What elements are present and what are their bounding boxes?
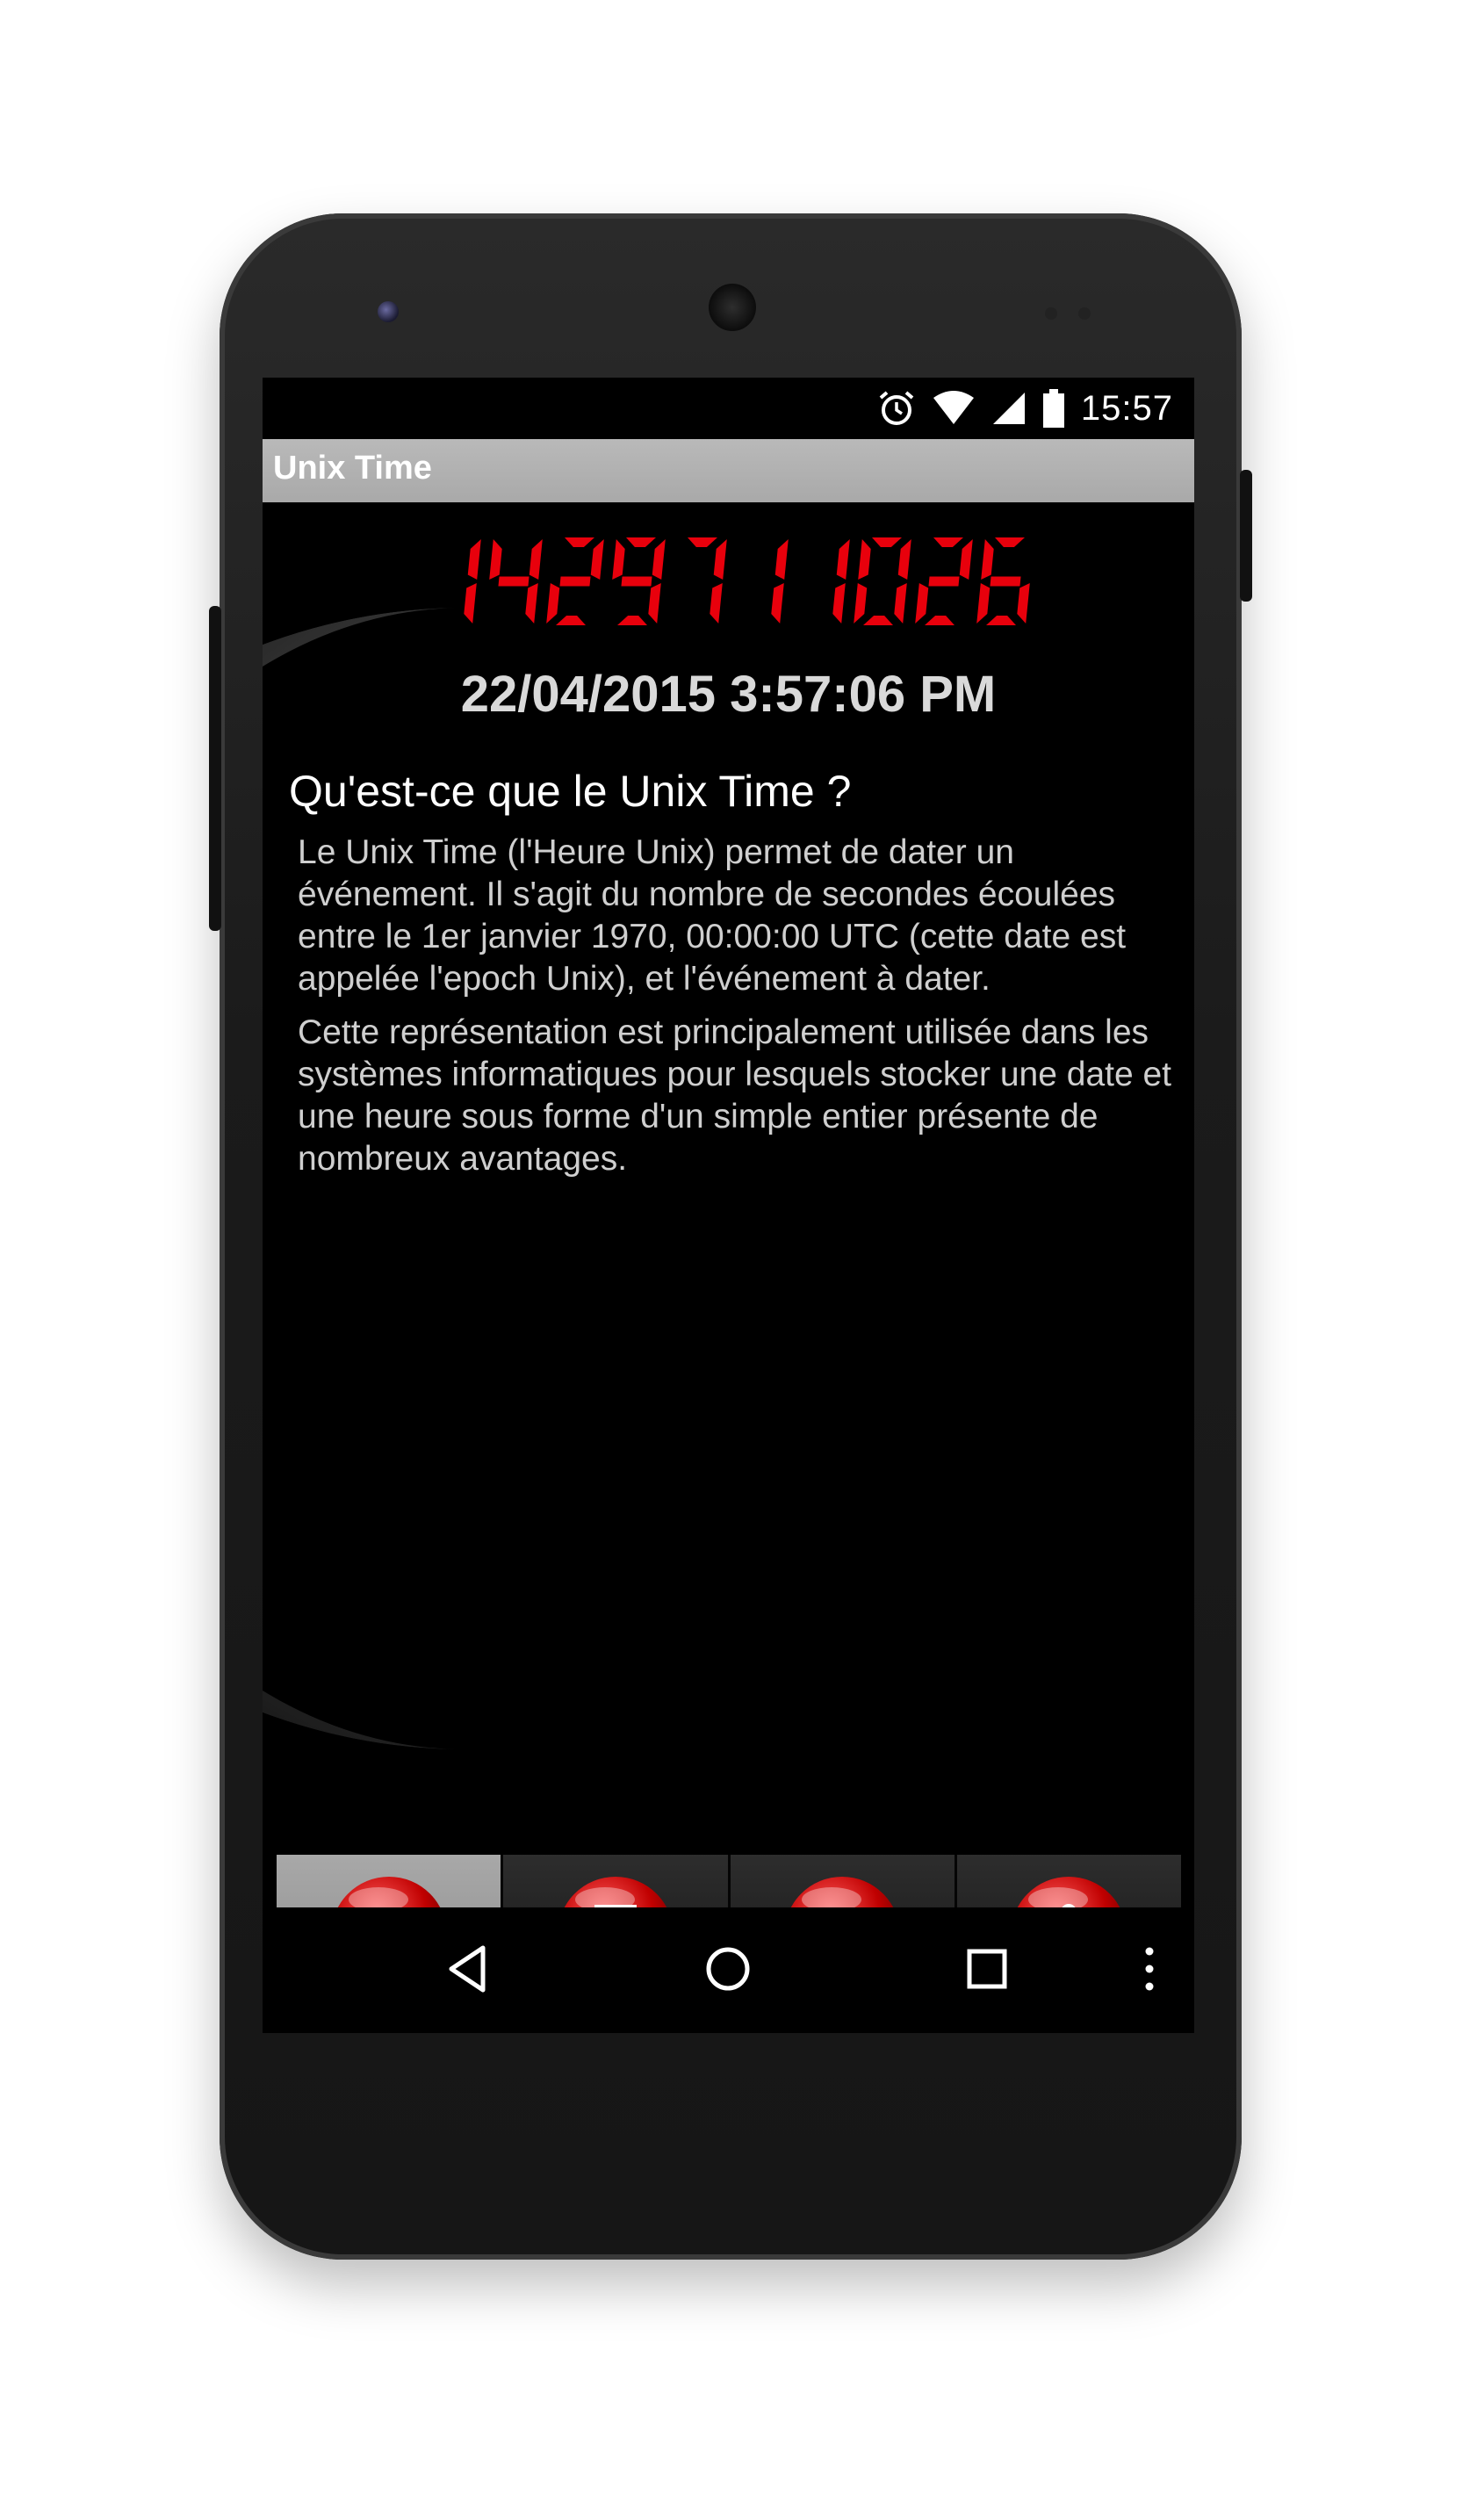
lcd-segment <box>927 576 960 587</box>
earpiece-speaker <box>709 284 756 331</box>
battery-icon <box>1042 389 1064 428</box>
lcd-digit-1 <box>832 539 850 624</box>
section-heading: Qu'est-ce que le Unix Time ? <box>289 767 852 816</box>
lcd-digit-4 <box>488 539 543 624</box>
recents-icon <box>967 1949 1007 1989</box>
lcd-segment <box>857 539 871 580</box>
front-camera <box>378 301 399 322</box>
lcd-segment <box>713 539 727 580</box>
lcd-segment <box>590 539 604 580</box>
lcd-segment <box>836 539 850 580</box>
lcd-segment <box>611 539 625 580</box>
lcd-digit-7 <box>687 537 727 624</box>
lcd-segment <box>616 616 647 625</box>
light-sensor <box>1078 307 1091 320</box>
paragraph-1: Le Unix Time (l'Heure Unix) permet de da… <box>298 833 1127 998</box>
lcd-segment <box>558 576 591 587</box>
lcd-segment <box>976 583 990 624</box>
lcd-segment <box>832 583 846 624</box>
screen: 15:57 Unix Time 22/04/2015 3:57:06 PM Qu… <box>263 378 1194 2033</box>
main-content: 22/04/2015 3:57:06 PM Qu'est-ce que le U… <box>263 502 1194 2018</box>
lcd-segment <box>463 583 477 624</box>
lcd-segment <box>853 583 867 624</box>
lcd-segment <box>709 583 723 624</box>
lcd-digit-1 <box>463 539 481 624</box>
lcd-segment <box>497 576 529 587</box>
lcd-segment <box>647 583 661 624</box>
paragraph-2: Cette représentation est principalement … <box>298 1013 1172 1178</box>
wifi-icon <box>933 391 974 424</box>
lcd-segment <box>985 616 1016 625</box>
lcd-segment <box>467 539 481 580</box>
signal-icon <box>992 393 1025 424</box>
lcd-segment <box>545 583 559 624</box>
home-icon <box>706 1947 750 1991</box>
lcd-segment <box>555 616 586 625</box>
lcd-segment <box>625 537 656 547</box>
lcd-segment <box>1016 583 1030 624</box>
lcd-segment <box>620 576 652 587</box>
lcd-segment <box>897 539 911 580</box>
lcd-digit-1 <box>770 539 789 624</box>
lcd-segment <box>933 537 963 547</box>
lcd-digit-6 <box>976 537 1030 625</box>
volume-button <box>209 606 221 931</box>
app-bar: Unix Time <box>263 439 1194 502</box>
lcd-segment <box>488 539 502 580</box>
system-nav-bar <box>263 1907 1194 2033</box>
lcd-digit-9 <box>611 537 666 625</box>
alarm-icon <box>879 391 914 425</box>
back-icon <box>449 1945 486 1993</box>
lcd-digit-2 <box>545 537 604 625</box>
back-button[interactable] <box>429 1934 508 2004</box>
lcd-digit-0 <box>853 537 911 625</box>
power-button <box>1240 470 1252 602</box>
lcd-segment <box>994 537 1025 547</box>
lcd-segment <box>524 583 538 624</box>
proximity-sensor <box>1045 307 1057 320</box>
lcd-segment <box>924 616 955 625</box>
lcd-segment <box>893 583 907 624</box>
recents-button[interactable] <box>947 1934 1027 2004</box>
lcd-digit-2 <box>914 537 973 625</box>
lcd-segment <box>862 616 893 625</box>
lcd-segment <box>687 537 717 547</box>
home-button[interactable] <box>688 1934 767 2004</box>
menu-button[interactable] <box>1110 1934 1189 2004</box>
lcd-segment <box>959 539 973 580</box>
lcd-segment <box>989 576 1021 587</box>
lcd-segment <box>980 539 994 580</box>
menu-icon <box>1145 1947 1154 1991</box>
lcd-segment <box>770 583 784 624</box>
lcd-segment <box>914 583 928 624</box>
lcd-segment <box>652 539 666 580</box>
date-time-label: 22/04/2015 3:57:06 PM <box>460 666 997 723</box>
status-time: 15:57 <box>1080 388 1173 428</box>
status-bar: 15:57 <box>263 378 1194 439</box>
lcd-segment <box>564 537 594 547</box>
unix-timestamp-display <box>263 529 1194 638</box>
lcd-segment <box>774 539 789 580</box>
app-title: Unix Time <box>273 450 432 487</box>
lcd-segment <box>529 539 543 580</box>
lcd-segment <box>871 537 902 547</box>
